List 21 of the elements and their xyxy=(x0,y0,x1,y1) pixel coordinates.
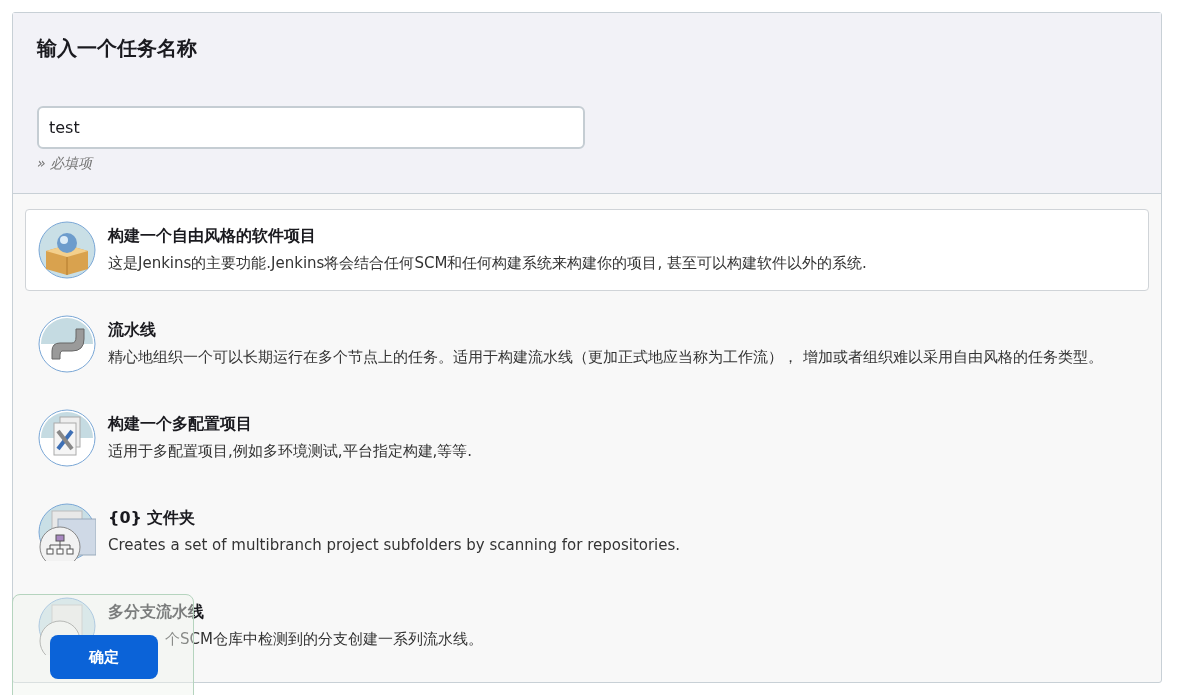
option-title: 构建一个自由风格的软件项目 xyxy=(108,226,316,247)
ok-button[interactable]: 确定 xyxy=(50,635,158,679)
job-type-option[interactable]: {0} 文件夹 Creates a set of multibranch project subfolders by scanning for repositories. xyxy=(25,491,1149,573)
option-title: {0} 文件夹 xyxy=(108,508,196,529)
option-description: 个SCM仓库中检测到的分支创建一系列流水线。 xyxy=(164,629,483,650)
required-hint: » 必填项 xyxy=(37,155,95,173)
option-description: 这是Jenkins的主要功能.Jenkins将会结合任何SCM和任何构建系统来构建你的项目, 甚至可以构建软件以外的系统. xyxy=(108,253,867,274)
name-field[interactable]: test xyxy=(37,106,585,149)
option-title: 构建一个多配置项目 xyxy=(108,414,252,435)
job-type-option[interactable]: 构建一个多配置项目 适用于多配置项目,例如多环境测试,平台指定构建,等等. xyxy=(25,397,1149,479)
box-icon xyxy=(38,221,96,279)
pipe-icon xyxy=(38,315,96,373)
option-description: 适用于多配置项目,例如多环境测试,平台指定构建,等等. xyxy=(108,441,473,462)
option-title: 流水线 xyxy=(108,320,156,341)
form-title: 输入一个任务名称 xyxy=(37,35,198,62)
job-type-option[interactable]: 流水线 精心地组织一个可以长期运行在多个节点上的任务。适用于构建流水线（更加正式地应当称为工作流）， 增加或者组织难以采用自由风格的任务类型。 xyxy=(25,303,1149,385)
job-type-option[interactable]: 构建一个自由风格的软件项目 这是Jenkins的主要功能.Jenkins将会结合任何SCM和任何构建系统来构建你的项目, 甚至可以构建软件以外的系统. xyxy=(25,209,1149,291)
tools-icon xyxy=(38,409,96,467)
folder-icon xyxy=(38,503,96,561)
option-description: 精心地组织一个可以长期运行在多个节点上的任务。适用于构建流水线（更加正式地应当称为工作流）， 增加或者组织难以采用自由风格的任务类型。 xyxy=(108,347,1103,368)
option-description: Creates a set of multibranch project subfolders by scanning for repositories. xyxy=(108,535,681,556)
